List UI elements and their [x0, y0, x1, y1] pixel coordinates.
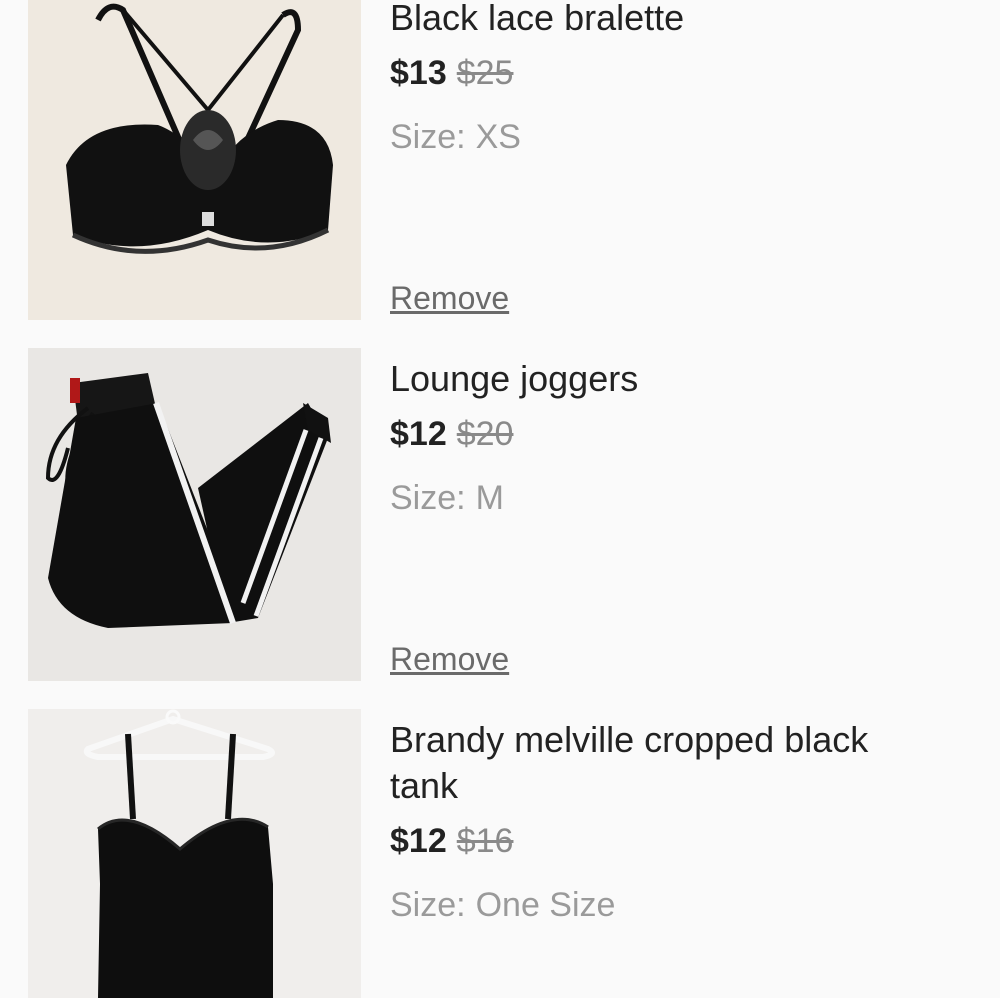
- size-row: Size: M: [390, 476, 980, 520]
- item-price: $12: [390, 415, 447, 453]
- joggers-photo-icon: [28, 348, 361, 681]
- item-image[interactable]: [28, 0, 361, 320]
- item-original-price: $20: [456, 415, 514, 453]
- size-row: Size: XS: [390, 115, 980, 159]
- item-title[interactable]: Brandy melville cropped black tank: [390, 717, 870, 809]
- item-price: $12: [390, 822, 447, 860]
- price-row: $12 $20: [390, 412, 980, 456]
- size-value: XS: [475, 118, 521, 156]
- size-label: Size:: [390, 118, 466, 156]
- item-price: $13: [390, 54, 447, 92]
- price-row: $13 $25: [390, 51, 980, 95]
- size-label: Size:: [390, 886, 466, 924]
- price-row: $12 $16: [390, 819, 980, 863]
- size-row: Size: One Size: [390, 883, 980, 927]
- cart-item: Black lace bralette $13 $25 Size: XS Remov…: [0, 0, 1000, 330]
- cart-item: Brandy melville cropped black tank $12 $1…: [0, 709, 1000, 998]
- tank-top-photo-icon: [28, 709, 361, 998]
- remove-button[interactable]: Remove: [390, 639, 509, 679]
- bralette-photo-icon: [28, 0, 361, 320]
- remove-button[interactable]: Remove: [390, 278, 509, 318]
- item-image[interactable]: [28, 709, 361, 998]
- size-value: M: [475, 479, 504, 517]
- item-original-price: $25: [456, 54, 514, 92]
- size-value: One Size: [475, 886, 616, 924]
- size-label: Size:: [390, 479, 466, 517]
- item-title[interactable]: Black lace bralette: [390, 0, 980, 41]
- cart-item: Lounge joggers $12 $20 Size: M Remove: [0, 348, 1000, 683]
- item-image[interactable]: [28, 348, 361, 681]
- item-original-price: $16: [456, 822, 514, 860]
- item-title[interactable]: Lounge joggers: [390, 356, 980, 402]
